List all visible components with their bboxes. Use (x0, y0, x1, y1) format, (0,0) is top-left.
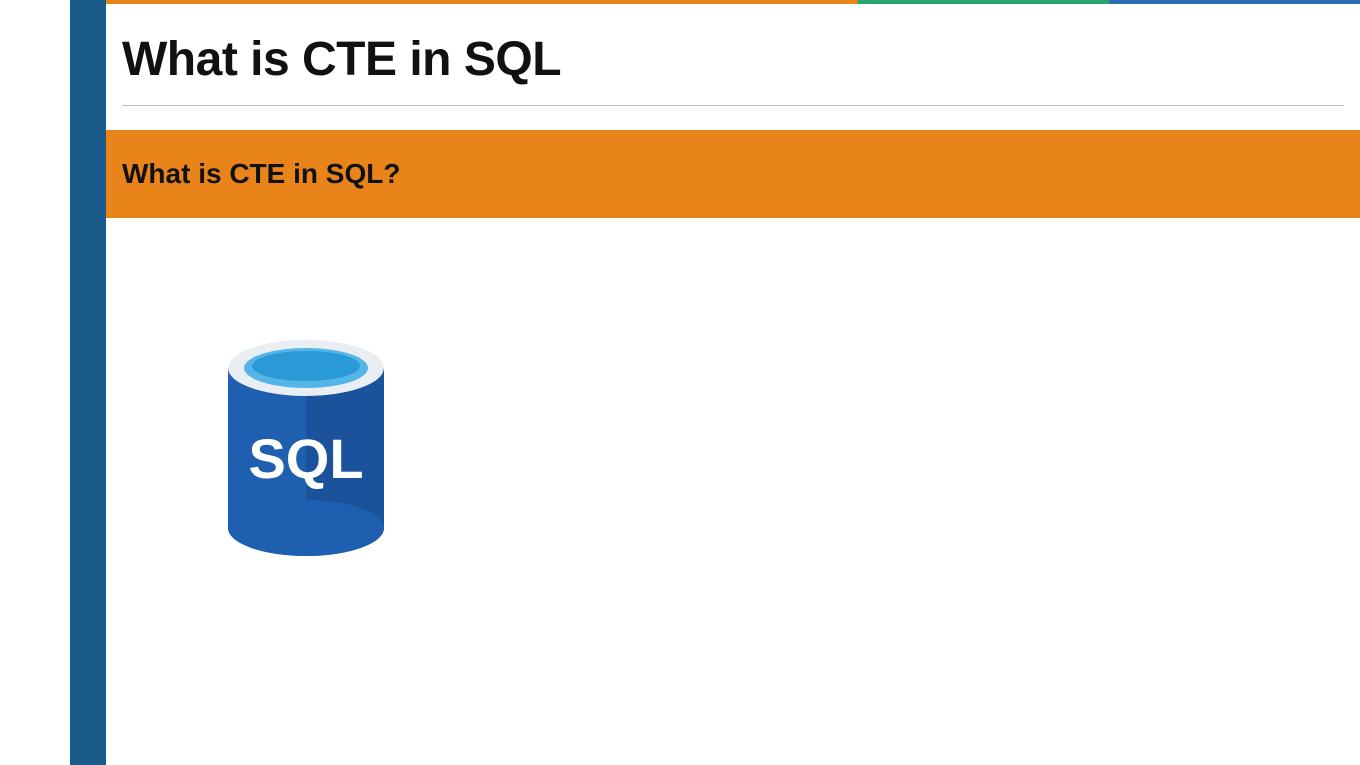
question-band: What is CTE in SQL? (106, 130, 1360, 218)
question-heading: What is CTE in SQL? (122, 158, 1344, 190)
sql-icon-label: SQL (248, 427, 363, 490)
page-title: What is CTE in SQL (122, 32, 1344, 87)
title-divider (122, 105, 1344, 106)
slide: What is CTE in SQL What is CTE in SQL? (0, 0, 1360, 765)
title-row: What is CTE in SQL (106, 4, 1360, 105)
left-margin (0, 0, 70, 765)
sql-database-icon: SQL (226, 338, 386, 558)
body-area: SQL (106, 218, 1360, 765)
left-sidebar-stripe (70, 0, 106, 765)
content-area: What is CTE in SQL What is CTE in SQL? (106, 0, 1360, 765)
